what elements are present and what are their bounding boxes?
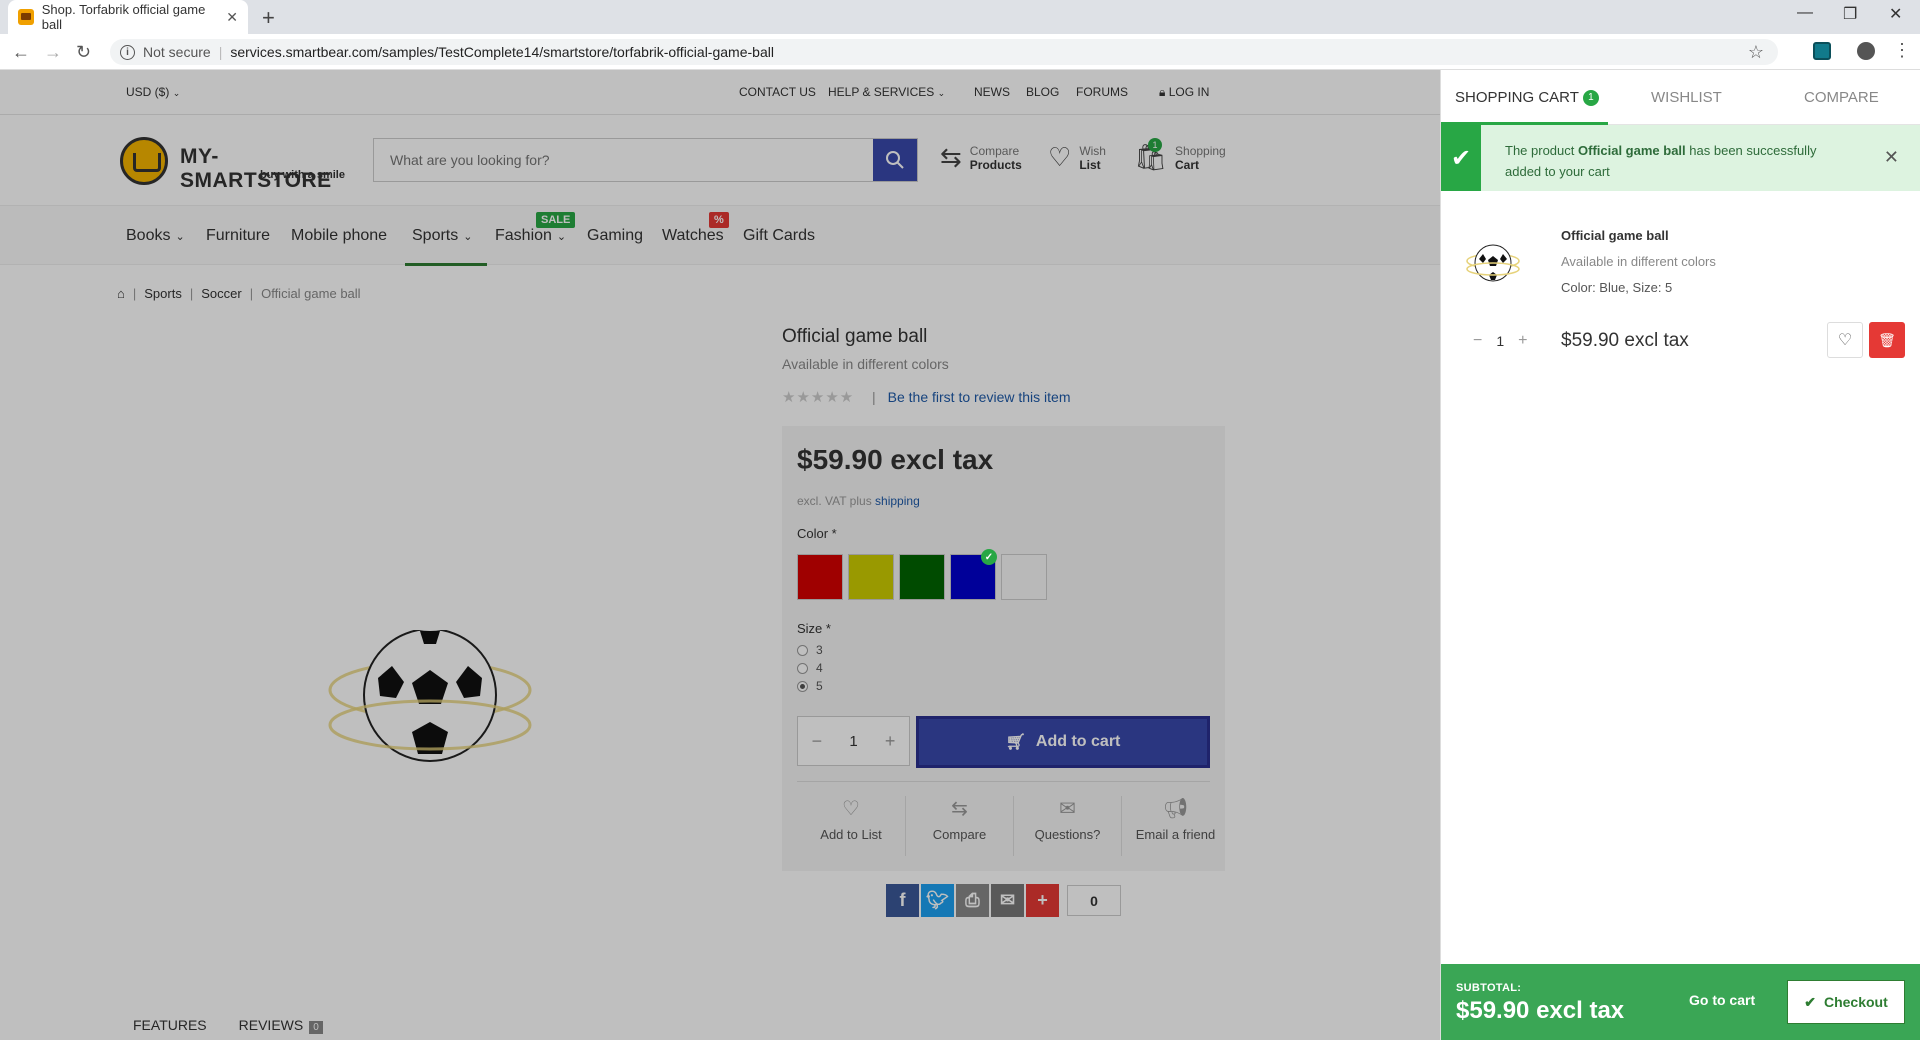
extension-icon[interactable] [1813, 42, 1831, 60]
menu-kebab-icon[interactable]: ⋮ [1893, 40, 1911, 61]
close-window-icon[interactable]: ✕ [1889, 4, 1902, 24]
tab-wishlist[interactable]: WISHLIST [1651, 89, 1722, 106]
tab-compare[interactable]: COMPARE [1804, 89, 1879, 106]
check-icon: ✔ [1804, 993, 1816, 1010]
omnibox-separator: | [218, 44, 223, 60]
cart-item-image[interactable] [1465, 235, 1521, 291]
remove-item-button[interactable]: 🗑︎ [1869, 322, 1905, 358]
cart-item-qty[interactable]: 1 [1496, 333, 1504, 349]
cart-item-qty-stepper: − 1 + [1473, 332, 1527, 350]
cart-item-subtitle: Available in different colors [1561, 254, 1716, 269]
browser-tab[interactable]: Shop. Torfabrik official game ball ✕ [8, 0, 248, 34]
subtotal-label: SUBTOTAL: [1456, 982, 1522, 994]
cart-drawer: SHOPPING CART 1 WISHLIST COMPARE ✔ The pr… [1440, 70, 1920, 1040]
trash-icon: 🗑︎ [1878, 331, 1896, 348]
checkout-button[interactable]: ✔ Checkout [1787, 980, 1905, 1024]
tab-shopping-cart[interactable]: SHOPPING CART 1 [1455, 89, 1599, 106]
cart-item-name[interactable]: Official game ball [1561, 228, 1669, 243]
checkmark-icon: ✔ [1441, 125, 1481, 191]
reload-icon[interactable]: ↻ [76, 42, 91, 63]
restore-icon[interactable]: ❐ [1843, 4, 1857, 24]
minimize-icon[interactable]: — [1797, 4, 1813, 22]
back-icon[interactable]: ← [12, 42, 30, 63]
subtotal-value: $59.90 excl tax [1456, 997, 1625, 1024]
go-to-cart-button[interactable]: Go to cart [1689, 992, 1755, 1008]
decrease-qty-button[interactable]: − [1473, 332, 1482, 350]
favicon-icon [18, 9, 34, 25]
notice-text: The product Official game ball has been … [1505, 143, 1817, 179]
tab-title: Shop. Torfabrik official game ball [41, 2, 206, 32]
cart-count-badge: 1 [1582, 90, 1599, 106]
close-notice-icon[interactable]: ✕ [1884, 147, 1899, 168]
cart-item-attributes: Color: Blue, Size: 5 [1561, 280, 1673, 295]
address-bar-row: ← → ↻ i Not secure | services.smartbear.… [0, 34, 1920, 70]
profile-icon[interactable] [1857, 42, 1875, 60]
url-text[interactable]: services.smartbear.com/samples/TestCompl… [230, 44, 774, 60]
move-to-wishlist-button[interactable]: ♡ [1827, 322, 1863, 358]
bookmark-star-icon[interactable]: ☆ [1748, 42, 1764, 63]
security-label: Not secure [143, 44, 211, 60]
drawer-tabs: SHOPPING CART 1 WISHLIST COMPARE [1441, 70, 1920, 125]
cart-item-price: $59.90 excl tax [1561, 330, 1689, 351]
increase-qty-button[interactable]: + [1518, 332, 1527, 350]
browser-tabstrip: Shop. Torfabrik official game ball ✕ + —… [0, 0, 1920, 34]
close-tab-icon[interactable]: ✕ [226, 9, 238, 26]
heart-icon: ♡ [1837, 332, 1853, 349]
page-overlay[interactable] [0, 70, 1440, 1040]
success-notice: ✔ The product Official game ball has bee… [1441, 125, 1920, 191]
selected-color-check-icon: ✓ [981, 549, 997, 565]
cart-footer: SUBTOTAL: $59.90 excl tax Go to cart ✔ Ch… [1441, 964, 1920, 1040]
new-tab-icon[interactable]: + [262, 5, 275, 31]
info-icon[interactable]: i [120, 44, 135, 60]
omnibox[interactable]: i Not secure | services.smartbear.com/sa… [110, 39, 1778, 65]
forward-icon[interactable]: → [44, 42, 62, 63]
